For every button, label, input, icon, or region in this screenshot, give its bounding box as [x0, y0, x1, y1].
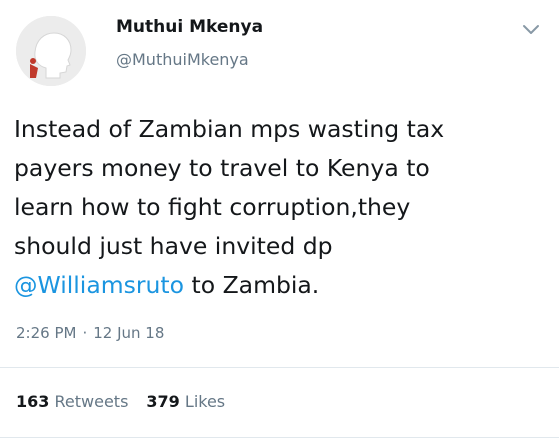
meta-separator: · [82, 324, 88, 342]
tweet-text-line: payers money to travel to Kenya to [14, 154, 430, 182]
tweet-stats: 163 Retweets 379 Likes [16, 392, 225, 411]
tweet-text: Instead of Zambian mps wasting tax payer… [14, 110, 544, 305]
tweet-text-line: should just have invited dp [14, 232, 333, 260]
default-profile-head-icon [16, 16, 86, 86]
retweets-count: 163 [16, 392, 50, 411]
likes-stat[interactable]: 379 Likes [146, 392, 225, 411]
divider [0, 367, 559, 368]
tweet-time: 2:26 PM [16, 324, 77, 342]
tweet-date: 12 Jun 18 [93, 324, 165, 342]
tweet-text-line: learn how to fight corruption,they [14, 193, 411, 221]
tweet-text-tail: to Zambia. [184, 271, 320, 299]
likes-count: 379 [146, 392, 180, 411]
retweets-label: Retweets [54, 392, 129, 411]
tweet-card: Muthui Mkenya @MuthuiMkenya Instead of Z… [0, 0, 559, 440]
profile-avatar[interactable] [16, 16, 86, 86]
tweet-text-line-last: @Williamsruto to Zambia. [14, 266, 544, 305]
retweets-stat[interactable]: 163 Retweets [16, 392, 128, 411]
tweet-text-line: Instead of Zambian mps wasting tax [14, 115, 445, 143]
likes-label: Likes [184, 392, 226, 411]
mention-link[interactable]: @Williamsruto [14, 271, 184, 299]
tweet-timestamp[interactable]: 2:26 PM · 12 Jun 18 [16, 324, 164, 342]
divider [0, 437, 559, 438]
user-display-name[interactable]: Muthui Mkenya [116, 17, 263, 37]
chevron-down-icon[interactable] [520, 18, 542, 40]
user-handle[interactable]: @MuthuiMkenya [116, 50, 249, 69]
